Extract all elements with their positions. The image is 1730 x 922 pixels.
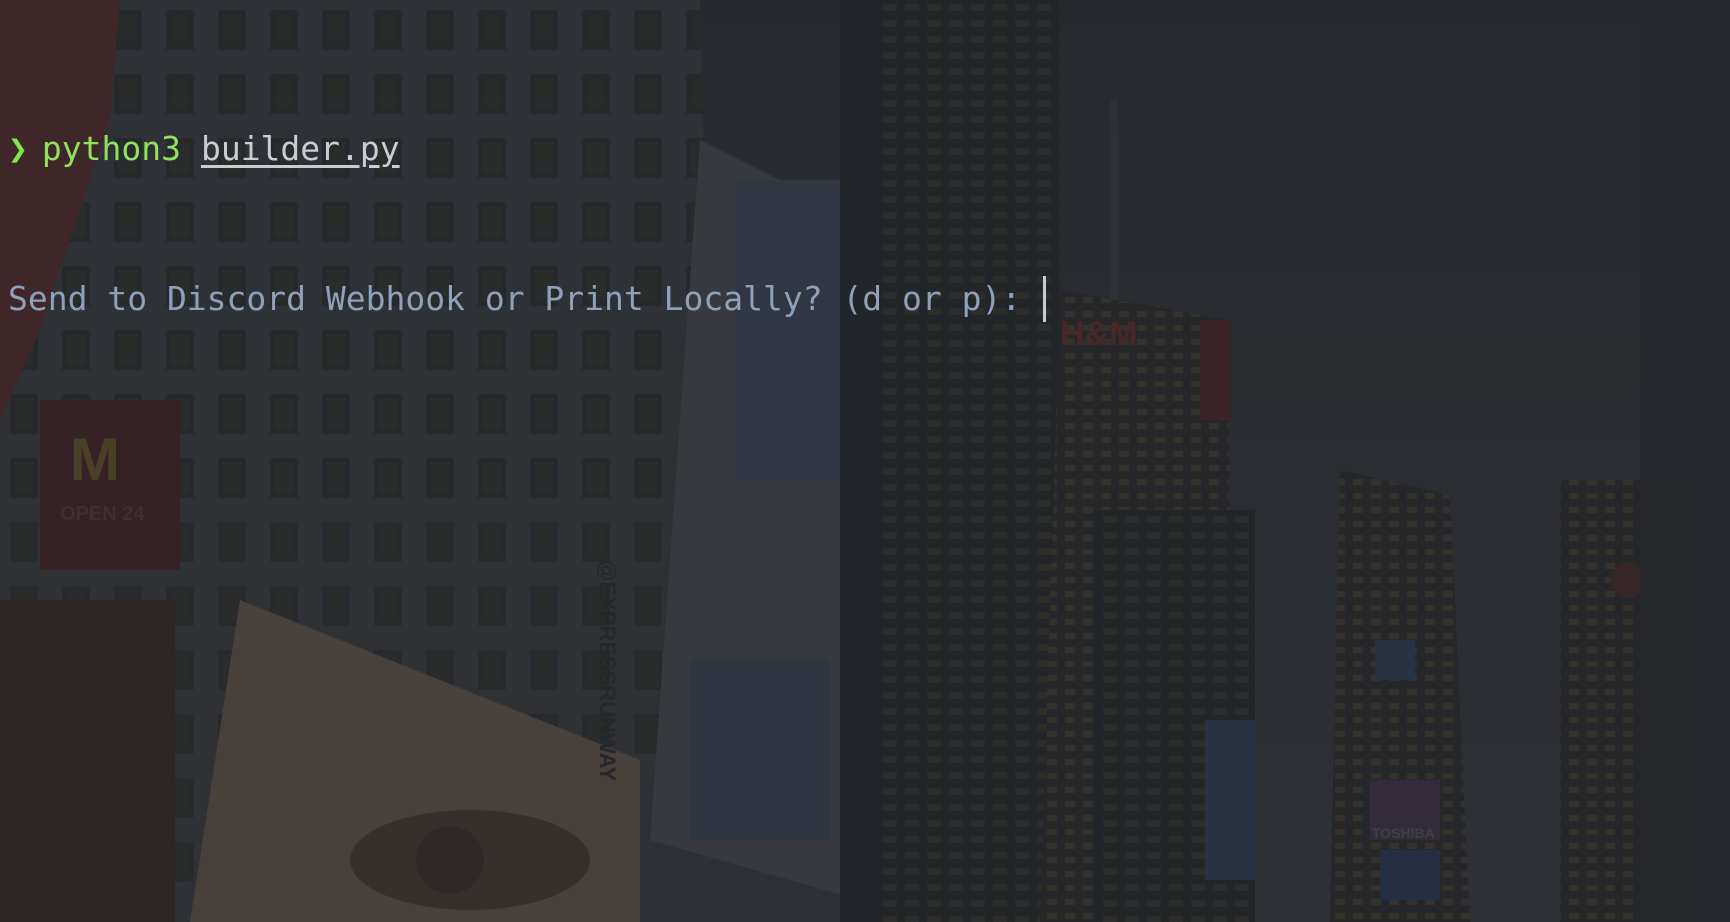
command-argument: builder.py [200, 129, 400, 168]
command-text: python3 [41, 129, 181, 168]
text-cursor[interactable] [1043, 276, 1047, 322]
output-line: Send to Discord Webhook or Print Locally… [8, 274, 1047, 324]
prompt-arrow-icon: ❯ [8, 129, 28, 168]
terminal-output: ❯ python3 builder.py Send to Discord Web… [8, 24, 1047, 424]
terminal-window[interactable]: M OPEN 24 @EXPRESSRUNWAY H&M TOSHIBA ❯ p… [0, 0, 1730, 922]
output-prompt-text: Send to Discord Webhook or Print Locally… [8, 279, 1022, 318]
command-line: ❯ python3 builder.py [8, 124, 1046, 174]
